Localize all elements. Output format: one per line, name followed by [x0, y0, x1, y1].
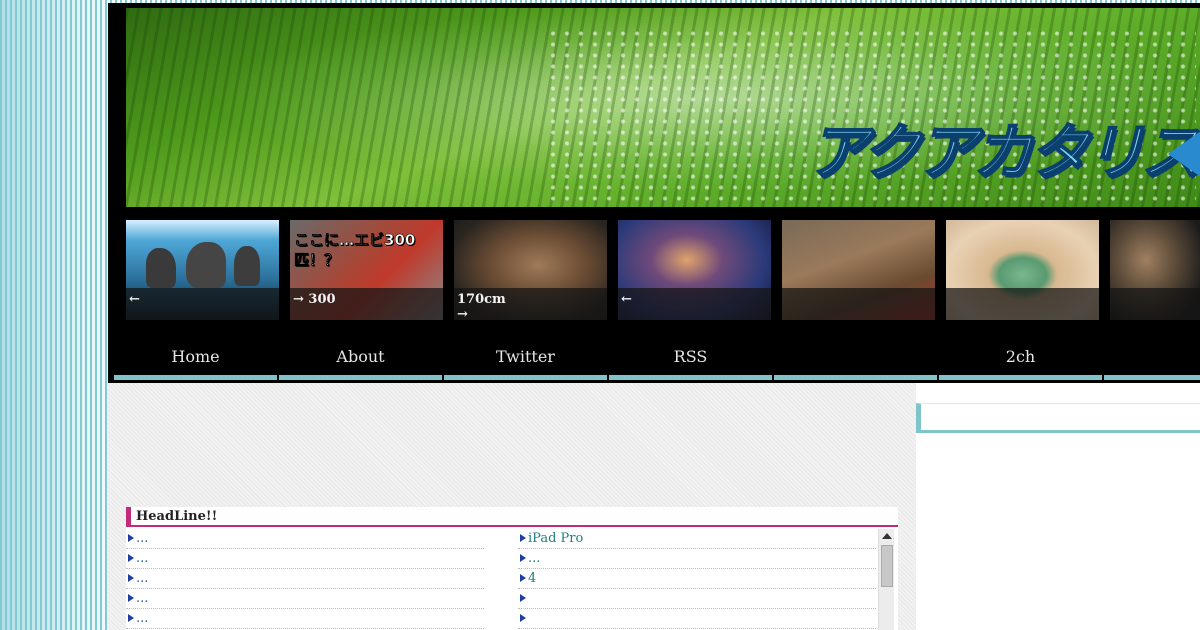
headline-title: HeadLine!!	[126, 507, 898, 527]
list-item[interactable]: ...	[126, 609, 484, 629]
thumbnail-anemone[interactable]: ←	[618, 220, 771, 320]
nav-about[interactable]: About	[279, 340, 442, 380]
scroll-thumb[interactable]	[881, 545, 893, 587]
thumbnail-caption	[782, 288, 935, 320]
list-item[interactable]: ...	[126, 529, 484, 549]
thumbnail-frog[interactable]	[946, 220, 1099, 320]
thumbnail-capybara[interactable]	[782, 220, 935, 320]
nav-item-more[interactable]	[1104, 340, 1200, 380]
bullet-arrow-icon	[520, 574, 526, 582]
bullet-arrow-icon	[128, 614, 134, 622]
bullet-arrow-icon	[520, 594, 526, 602]
bullet-arrow-icon	[128, 594, 134, 602]
bullet-arrow-icon	[128, 534, 134, 542]
nav-2ch[interactable]: 2ch	[939, 340, 1102, 380]
headline-widget: HeadLine!! ... ... ... ... ... iPad Pro …	[126, 507, 898, 630]
thumbnail-caption	[1110, 288, 1200, 320]
main-nav: Home About Twitter RSS 2ch	[108, 340, 1200, 380]
sidebar-widget-header	[916, 403, 1200, 433]
list-item[interactable]	[518, 609, 876, 629]
headline-list-left: ... ... ... ... ...	[126, 529, 484, 629]
bullet-arrow-icon	[128, 574, 134, 582]
bullet-arrow-icon	[520, 614, 526, 622]
featured-thumbnails: ← ここに…エビ300匹！？ → 300 170cm → ←	[126, 220, 1200, 324]
logo-arrow-icon	[1168, 126, 1200, 182]
thumbnail-driftwood[interactable]	[1110, 220, 1200, 320]
list-item[interactable]	[518, 589, 876, 609]
list-item[interactable]: 4	[518, 569, 876, 589]
sidebar	[916, 383, 1200, 630]
nav-home[interactable]: Home	[114, 340, 277, 380]
list-item[interactable]: ...	[126, 589, 484, 609]
list-item[interactable]: ...	[126, 569, 484, 589]
thumbnail-ebi-300[interactable]: ここに…エビ300匹！？ → 300	[290, 220, 443, 320]
thumbnail-overlay-text: ここに…エビ300匹！？	[294, 231, 416, 270]
nav-rss[interactable]: RSS	[609, 340, 772, 380]
site-logo[interactable]: アクアカタリスト	[807, 104, 1200, 191]
headline-scrollbar[interactable]	[878, 529, 894, 630]
header-banner[interactable]: アクアカタリスト	[126, 8, 1200, 207]
list-item[interactable]: ...	[518, 549, 876, 569]
thumbnail-stacked-rocks[interactable]: 170cm →	[454, 220, 607, 320]
thumbnail-caption: → 300	[290, 288, 443, 320]
header: アクアカタリスト ← ここに…エビ300匹！？ → 300 170	[108, 3, 1200, 383]
thumbnail-caption: 170cm →	[454, 288, 607, 320]
left-background-stripes	[0, 0, 110, 630]
thumbnail-caption	[946, 288, 1099, 320]
thumbnail-caption: ←	[126, 288, 279, 320]
scroll-up-icon[interactable]	[882, 533, 892, 539]
bullet-arrow-icon	[520, 534, 526, 542]
bullet-arrow-icon	[128, 554, 134, 562]
bullet-arrow-icon	[520, 554, 526, 562]
page-wrapper: アクアカタリスト ← ここに…エビ300匹！？ → 300 170	[108, 3, 1200, 630]
main-content: HeadLine!! ... ... ... ... ... iPad Pro …	[108, 383, 916, 630]
thumbnail-caption: ←	[618, 288, 771, 320]
headline-list-right: iPad Pro ... 4	[518, 529, 876, 629]
nav-item-blank[interactable]	[774, 340, 937, 380]
thumbnail-aquascape[interactable]: ←	[126, 220, 279, 320]
list-item[interactable]: iPad Pro	[518, 529, 876, 549]
list-item[interactable]: ...	[126, 549, 484, 569]
nav-twitter[interactable]: Twitter	[444, 340, 607, 380]
